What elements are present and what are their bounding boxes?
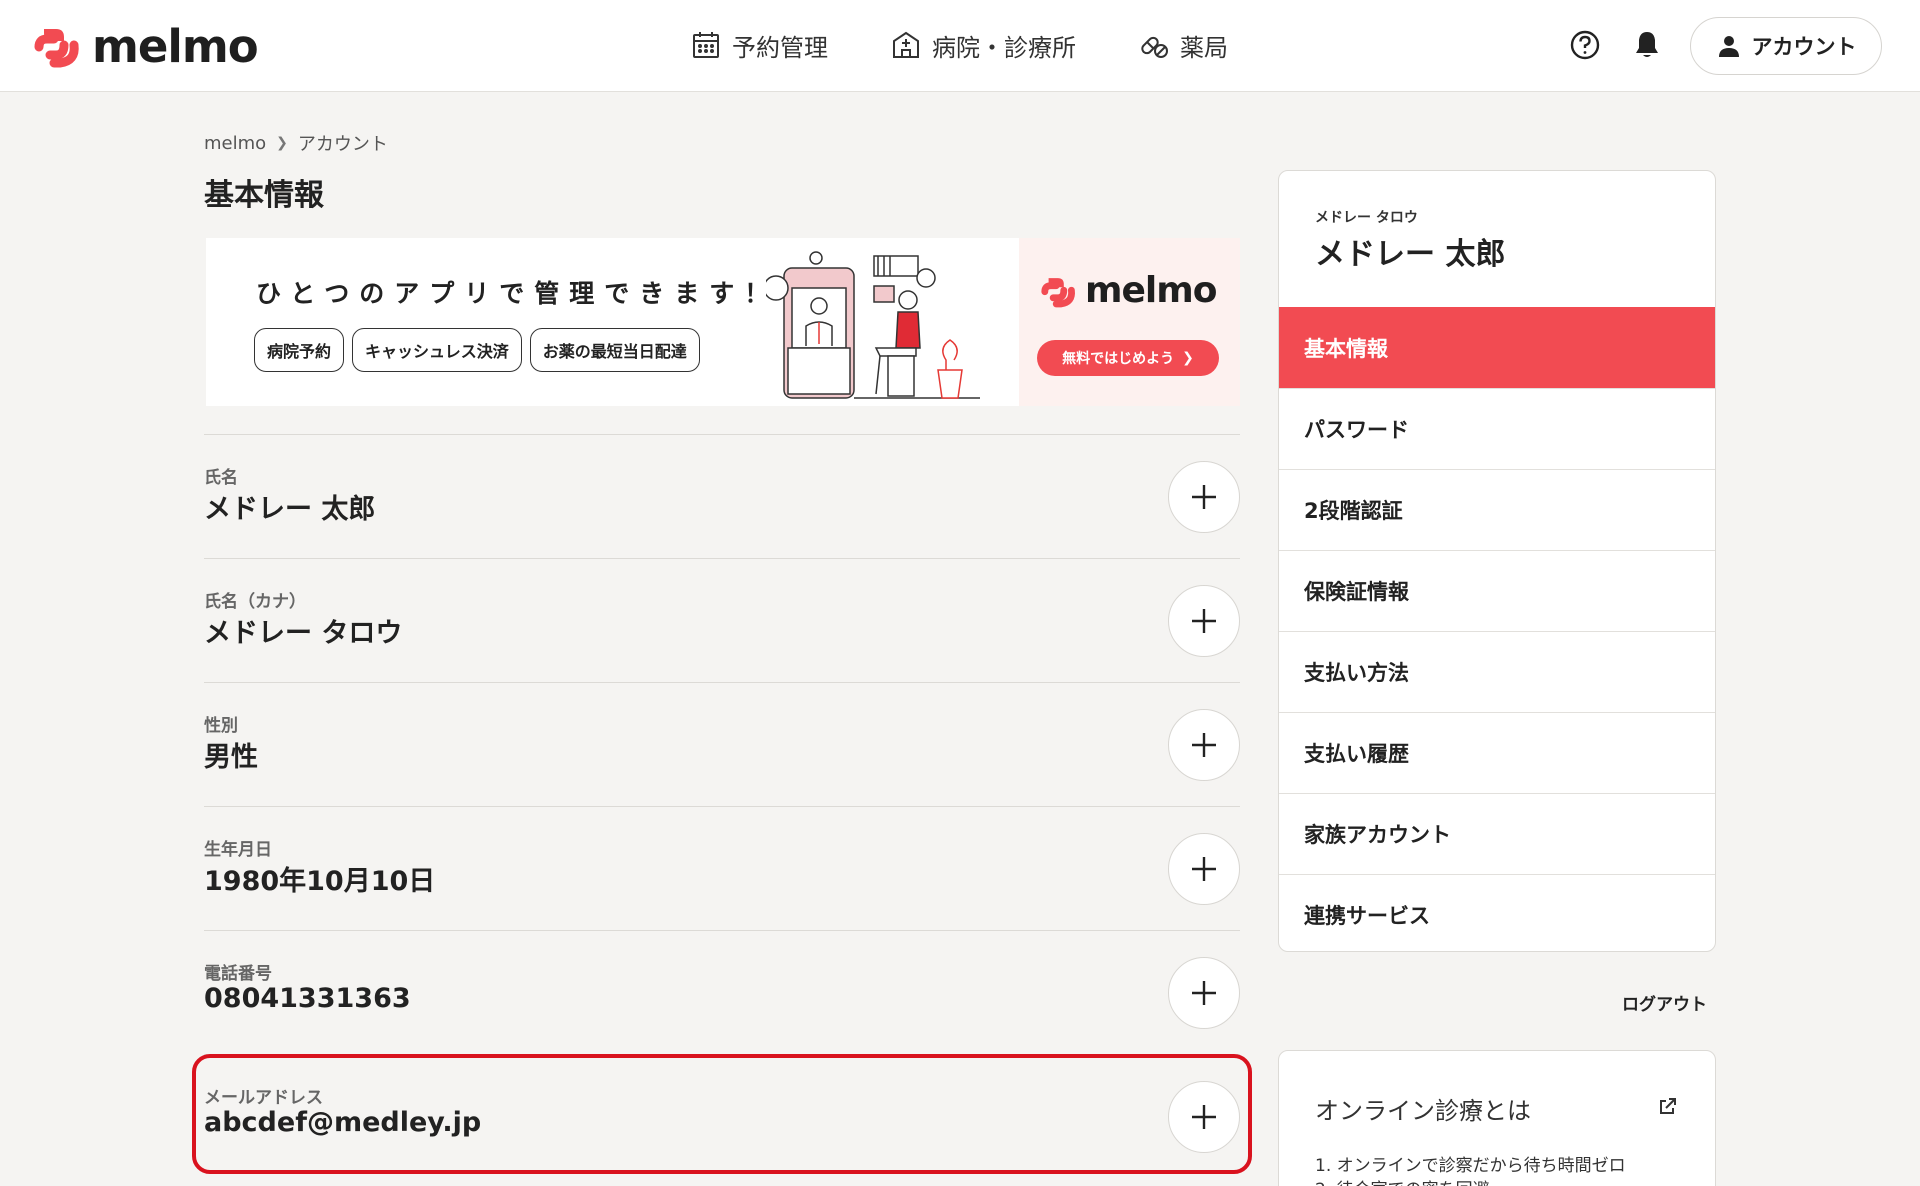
account-sidebar: メドレー タロウ メドレー 太郎 基本情報 パスワード 2段階認証 保険証情報 … — [1278, 170, 1716, 952]
info-label: 電話番号 — [204, 964, 272, 984]
info-value: 08041331363 — [204, 983, 411, 1014]
external-link-icon — [1660, 1098, 1676, 1114]
info-value: 男性 — [204, 742, 258, 773]
sidebar-item-payment-history[interactable]: 支払い履歴 — [1279, 712, 1715, 793]
banner-cta-area[interactable]: melmo 無料ではじめよう ❯ — [1019, 238, 1240, 406]
expand-button[interactable] — [1168, 833, 1240, 905]
banner-tags: 病院予約 キャッシュレス決済 お薬の最短当日配達 — [254, 328, 700, 372]
expand-button[interactable] — [1168, 585, 1240, 657]
help-icon[interactable] — [1568, 28, 1602, 62]
online-card-line: 1. オンラインで診察だから待ち時間ゼロ — [1315, 1156, 1626, 1176]
plus-icon — [1192, 1105, 1216, 1129]
expand-button[interactable] — [1168, 461, 1240, 533]
info-label: 氏名（カナ） — [204, 592, 306, 612]
breadcrumb-current: アカウント — [297, 134, 388, 155]
info-label: 性別 — [204, 716, 238, 736]
hospital-icon — [893, 31, 919, 58]
promo-banner[interactable]: ひとつのアプリで管理できます！ 病院予約 キャッシュレス決済 お薬の最短当日配達 — [206, 238, 1240, 406]
info-row-email: メールアドレス abcdef@medley.jp — [204, 1054, 1240, 1178]
plus-icon — [1192, 733, 1216, 757]
info-label: 氏名 — [204, 468, 238, 488]
plus-icon — [1192, 981, 1216, 1005]
sidebar-item-two-factor[interactable]: 2段階認証 — [1279, 469, 1715, 550]
banner-tag: お薬の最短当日配達 — [529, 328, 700, 372]
account-label: アカウント — [1751, 35, 1857, 59]
info-row-name: 氏名 メドレー 太郎 — [204, 434, 1240, 558]
top-header: melmo 予約管理 病院・診療所 薬局 アカウント — [0, 0, 1920, 92]
sidebar-item-family-account[interactable]: 家族アカウント — [1279, 793, 1715, 874]
info-value: メドレー 太郎 — [204, 494, 376, 525]
online-card-line: 2. 待合室での密を回避 — [1315, 1175, 1490, 1186]
page-title: 基本情報 — [204, 178, 324, 213]
nav-label: 病院・診療所 — [932, 33, 1076, 62]
expand-button[interactable] — [1168, 957, 1240, 1029]
plus-icon — [1192, 609, 1216, 633]
doctor-consultation-illustration-icon — [766, 251, 980, 399]
plus-icon — [1192, 857, 1216, 881]
chevron-right-icon: ❯ — [1182, 350, 1194, 366]
banner-logo: melmo — [1041, 270, 1218, 311]
breadcrumb-home-link[interactable]: melmo — [204, 133, 266, 154]
info-row-birthdate: 生年月日 1980年10月10日 — [204, 806, 1240, 930]
banner-cta-label: 無料ではじめよう — [1062, 351, 1175, 367]
info-label: メールアドレス — [204, 1088, 323, 1108]
sidebar-item-linked-services[interactable]: 連携サービス — [1279, 874, 1715, 951]
nav-item-reservations[interactable]: 予約管理 — [690, 25, 828, 65]
banner-headline: ひとつのアプリで管理できます！ — [256, 279, 780, 308]
expand-button[interactable] — [1168, 709, 1240, 781]
expand-button[interactable] — [1168, 1081, 1240, 1153]
melmo-logo-mark-icon — [34, 29, 79, 68]
breadcrumb: melmo ❯ アカウント — [204, 130, 388, 156]
online-card-title: オンライン診療とは — [1315, 1097, 1531, 1125]
sidebar-name-kana: メドレー タロウ — [1315, 210, 1418, 226]
account-button[interactable]: アカウント — [1690, 17, 1882, 75]
melmo-logo-mark-icon — [1041, 277, 1075, 307]
info-value: abcdef@medley.jp — [204, 1107, 482, 1138]
plus-icon — [1192, 485, 1216, 509]
banner-tag: キャッシュレス決済 — [352, 328, 522, 372]
info-value: 1980年10月10日 — [204, 866, 436, 897]
pills-icon — [1141, 36, 1168, 58]
user-icon — [1718, 36, 1739, 57]
calendar-icon — [693, 32, 719, 58]
chevron-right-icon: ❯ — [276, 135, 288, 151]
account-info-list: 氏名 メドレー 太郎 氏名（カナ） メドレー タロウ 性別 男性 生年月日 19… — [204, 434, 1240, 1178]
nav-item-hospitals[interactable]: 病院・診療所 — [890, 25, 1076, 65]
sidebar-name: メドレー 太郎 — [1315, 237, 1506, 272]
nav-label: 予約管理 — [732, 33, 828, 62]
info-value: メドレー タロウ — [204, 618, 403, 649]
bell-icon[interactable] — [1630, 28, 1664, 62]
info-row-name-kana: 氏名（カナ） メドレー タロウ — [204, 558, 1240, 682]
logout-link[interactable]: ログアウト — [1622, 990, 1707, 1015]
sidebar-menu: 基本情報 パスワード 2段階認証 保険証情報 支払い方法 支払い履歴 家族アカウ… — [1279, 307, 1715, 951]
info-row-phone: 電話番号 08041331363 — [204, 930, 1240, 1054]
sidebar-item-password[interactable]: パスワード — [1279, 388, 1715, 469]
sidebar-item-payment-method[interactable]: 支払い方法 — [1279, 631, 1715, 712]
main-nav: 予約管理 病院・診療所 薬局 — [690, 25, 1228, 65]
info-label: 生年月日 — [204, 840, 272, 860]
banner-logo-text: melmo — [1085, 270, 1218, 311]
online-consultation-card[interactable]: オンライン診療とは 1. オンラインで診察だから待ち時間ゼロ 2. 待合室での密… — [1278, 1050, 1716, 1186]
sidebar-item-insurance[interactable]: 保険証情報 — [1279, 550, 1715, 631]
banner-tag: 病院予約 — [254, 328, 345, 372]
banner-cta-button[interactable]: 無料ではじめよう ❯ — [1037, 340, 1219, 376]
info-row-gender: 性別 男性 — [204, 682, 1240, 806]
sidebar-item-basic-info[interactable]: 基本情報 — [1279, 307, 1715, 388]
melmo-logo[interactable]: melmo — [34, 19, 259, 73]
nav-item-pharmacy[interactable]: 薬局 — [1138, 25, 1228, 65]
nav-label: 薬局 — [1180, 33, 1228, 62]
logo-text: melmo — [92, 19, 259, 73]
